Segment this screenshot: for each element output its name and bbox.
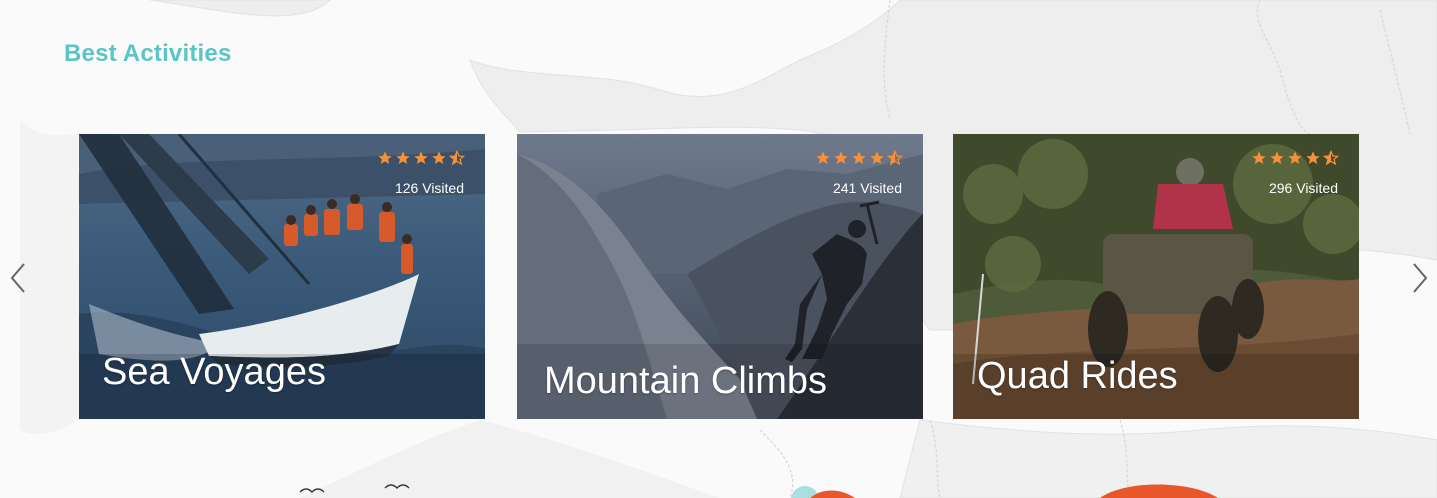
carousel-prev-button[interactable]: [6, 258, 30, 298]
rating-stars: [815, 150, 903, 166]
star-half-icon: [1323, 150, 1339, 166]
visited-count: 296 Visited: [1268, 180, 1338, 196]
card-title: Sea Voyages: [102, 351, 326, 393]
star-icon: [1252, 151, 1266, 164]
star-icon: [1270, 151, 1284, 164]
orange-teal-shape: [791, 486, 855, 498]
chevron-right-icon: [1413, 263, 1428, 293]
rating-stars: [1251, 150, 1339, 166]
star-icon: [816, 151, 830, 164]
rating-stars: [377, 150, 465, 166]
card-title: Quad Rides: [977, 355, 1178, 397]
section-title: Best Activities: [64, 40, 232, 67]
activity-card-quad-rides[interactable]: 296 Visited Quad Rides: [953, 134, 1359, 419]
activities-section: Best Activities 126 Visited Sea Voyages …: [0, 0, 1437, 498]
orange-dome-shape: [1100, 484, 1218, 498]
visited-count: 126 Visited: [394, 180, 464, 196]
chevron-left-icon: [10, 263, 25, 293]
star-half-icon: [449, 150, 465, 166]
star-icon: [1288, 151, 1302, 164]
star-icon: [870, 151, 884, 164]
star-icon: [396, 151, 410, 164]
visited-count: 241 Visited: [832, 180, 902, 196]
star-icon: [432, 151, 446, 164]
star-half-icon: [887, 150, 903, 166]
activity-card-sea-voyages[interactable]: 126 Visited Sea Voyages: [79, 134, 485, 419]
activity-card-mountain-climbs[interactable]: 241 Visited Mountain Climbs: [517, 134, 923, 419]
star-icon: [852, 151, 866, 164]
star-icon: [834, 151, 848, 164]
bird-icon: [299, 484, 410, 493]
star-icon: [414, 151, 428, 164]
carousel-next-button[interactable]: [1408, 258, 1432, 298]
star-icon: [1306, 151, 1320, 164]
card-title: Mountain Climbs: [544, 360, 827, 402]
star-icon: [378, 151, 392, 164]
